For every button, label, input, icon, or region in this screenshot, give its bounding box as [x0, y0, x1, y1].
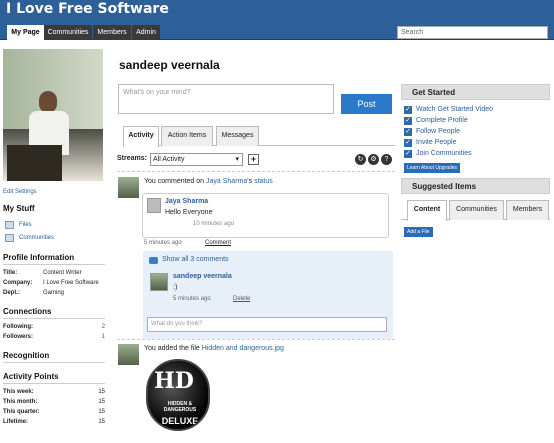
comment-user-link[interactable]: sandeep veernala	[173, 273, 232, 280]
comment-time: 5 minutes ago	[173, 296, 211, 302]
page-title: sandeep veernala	[119, 58, 220, 72]
get-started-item[interactable]: ✓ Complete Profile	[404, 115, 550, 126]
tab-my-page[interactable]: My Page	[7, 25, 44, 40]
files-icon	[5, 220, 14, 229]
learn-upgrades-button[interactable]: Learn About Upgrades	[404, 163, 461, 173]
checkbox-icon: ✓	[404, 116, 412, 125]
tab-content[interactable]: Content	[407, 200, 447, 221]
streams-label: Streams:	[117, 155, 147, 162]
settings-icon[interactable]: ⚙	[368, 154, 379, 165]
avatar[interactable]	[147, 198, 161, 213]
status-card: Jaya Sharma Hello Everyone 10 minutes ag…	[142, 193, 389, 238]
activity-tabs: Activity Action Items Messages	[123, 126, 395, 147]
feed-item-1-text: You commented on Jaya Sharma's status	[144, 178, 273, 185]
chevron-down-icon: ▾	[235, 156, 239, 163]
feed-item-2-text: You added the file Hidden and dangerous.…	[144, 345, 284, 352]
checkbox-icon: ✓	[404, 149, 412, 158]
my-stuff-heading: My Stuff	[3, 204, 35, 213]
recognition-heading: Recognition	[3, 351, 105, 363]
refresh-icon[interactable]: ↻	[355, 154, 366, 165]
avatar[interactable]	[150, 273, 168, 291]
profile-photo[interactable]	[3, 49, 103, 181]
user-link[interactable]: Jaya Sharma	[206, 178, 247, 185]
tab-members[interactable]: Members	[506, 200, 549, 220]
suggested-items-heading: Suggested Items	[401, 178, 550, 194]
main-column: sandeep veernala What's on your mind? Po…	[110, 48, 395, 431]
following-count[interactable]: 2	[85, 324, 105, 330]
tab-activity[interactable]: Activity	[123, 126, 159, 147]
my-stuff-communities[interactable]: Communities	[3, 231, 105, 244]
add-stream-button[interactable]: +	[248, 154, 259, 165]
card-time: 10 minutes ago	[193, 221, 235, 227]
get-started-item[interactable]: ✓ Follow People	[404, 126, 550, 137]
checkbox-icon: ✓	[404, 105, 412, 114]
search-input[interactable]: Search	[397, 26, 548, 39]
avatar[interactable]	[118, 344, 139, 365]
tab-members[interactable]: Members	[93, 25, 131, 40]
delete-link[interactable]: Delete	[233, 296, 250, 302]
file-link[interactable]: Hidden and dangerous.jpg	[202, 345, 284, 352]
tab-action-items[interactable]: Action Items	[161, 126, 213, 146]
right-sidebar: Get Started ✓ Watch Get Started Video ✓ Co…	[401, 84, 550, 237]
card-user-link[interactable]: Jaya Sharma	[165, 198, 208, 205]
comment-bubble-icon	[149, 257, 158, 264]
profile-heading: Profile Information	[3, 253, 105, 265]
file-thumbnail-image[interactable]: HD HIDDEN & DANGEROUS DELUXE	[146, 359, 210, 431]
tab-messages[interactable]: Messages	[216, 126, 259, 146]
add-file-button[interactable]: Add a File	[404, 227, 433, 237]
my-stuff-files[interactable]: Files	[3, 218, 105, 231]
card-text: Hello Everyone	[165, 209, 213, 216]
comment-input[interactable]: What do you think?	[147, 317, 387, 332]
app-title: I Love Free Software	[6, 1, 169, 17]
get-started-item[interactable]: ✓ Watch Get Started Video	[404, 104, 550, 115]
left-sidebar: Edit Settings My Stuff Files Communities…	[3, 49, 105, 427]
streams-select[interactable]: All Activity ▾	[150, 153, 243, 166]
checkbox-icon: ✓	[404, 138, 412, 147]
get-started-item[interactable]: ✓ Invite People	[404, 137, 550, 148]
nav-bar: My Page Communities Members Admin Search	[0, 22, 554, 40]
get-started-item[interactable]: ✓ Join Communities	[404, 148, 550, 159]
followers-count[interactable]: 1	[85, 334, 105, 340]
comment-text: :)	[173, 284, 178, 291]
tab-communities[interactable]: Communities	[449, 200, 504, 220]
activity-points-heading: Activity Points	[3, 372, 105, 384]
help-icon[interactable]: ?	[381, 154, 392, 165]
suggested-tabs: Content Communities Members	[401, 198, 550, 221]
checkbox-icon: ✓	[404, 127, 412, 136]
edit-settings-link[interactable]: Edit Settings	[3, 189, 105, 195]
comment-link[interactable]: Comment	[205, 240, 231, 246]
status-input[interactable]: What's on your mind?	[118, 84, 334, 114]
avatar[interactable]	[118, 177, 139, 198]
connections-heading: Connections	[3, 307, 105, 319]
get-started-heading: Get Started	[401, 84, 550, 100]
feed-item-1-time: 5 minutes ago	[144, 240, 182, 246]
top-bar: I Love Free Software	[0, 0, 554, 22]
status-link[interactable]: status	[254, 178, 273, 185]
tab-admin[interactable]: Admin	[132, 25, 160, 40]
show-all-comments-link[interactable]: Show all 3 comments	[162, 256, 229, 263]
communities-icon	[5, 233, 14, 242]
post-button[interactable]: Post	[341, 94, 392, 114]
comments-panel: Show all 3 comments sandeep veernala :) …	[143, 251, 393, 339]
tab-communities[interactable]: Communities	[44, 25, 92, 40]
